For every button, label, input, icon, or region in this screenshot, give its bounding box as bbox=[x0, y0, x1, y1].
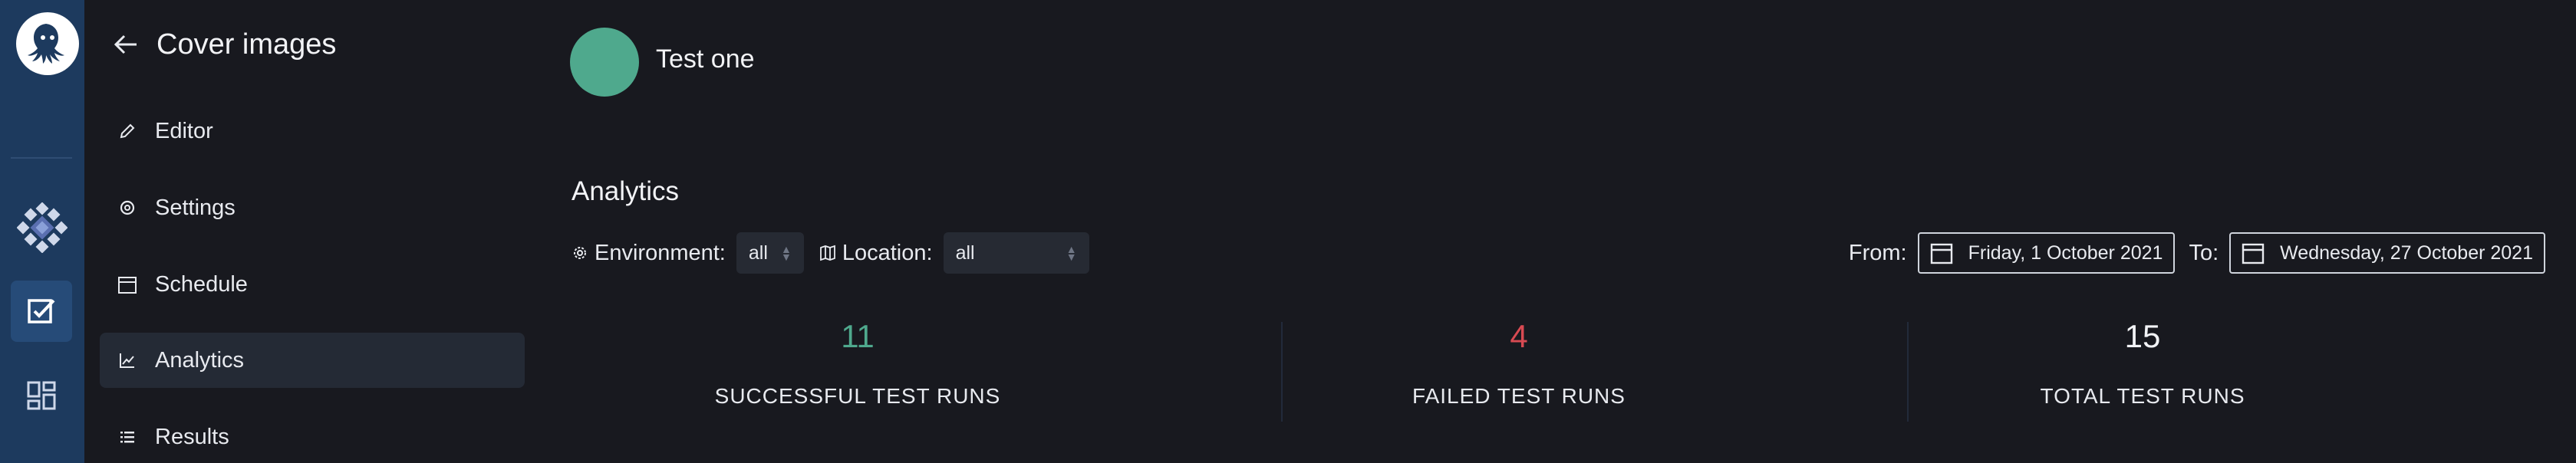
select-caret-icon: ▲ ▼ bbox=[781, 243, 792, 263]
from-date-picker[interactable]: Friday, 1 October 2021 bbox=[1917, 232, 2176, 274]
settings-icon bbox=[117, 197, 138, 218]
calendar-icon bbox=[117, 274, 138, 295]
sidebar-item-schedule[interactable]: Schedule bbox=[100, 257, 525, 312]
location-label-text: Location: bbox=[842, 240, 933, 265]
dashboard-grid-icon bbox=[27, 381, 56, 410]
stat-value: 11 bbox=[841, 318, 875, 354]
stat-label: TOTAL TEST RUNS bbox=[2040, 384, 2245, 408]
back-arrow-icon[interactable] bbox=[104, 23, 147, 66]
location-select[interactable]: all ▲ ▼ bbox=[943, 232, 1089, 274]
stat-value: 15 bbox=[2124, 318, 2161, 354]
app-rail bbox=[0, 0, 84, 463]
environment-value: all bbox=[748, 241, 768, 264]
filters-bar: Environment: all ▲ ▼ Location: all ▲ ▼ bbox=[572, 232, 1089, 274]
sidebar-item-label: Settings bbox=[155, 195, 236, 220]
dashboard-nav-button[interactable] bbox=[11, 365, 72, 426]
from-label: From: bbox=[1848, 240, 1907, 265]
select-caret-icon: ▲ ▼ bbox=[1066, 243, 1077, 263]
sidebar-item-results[interactable]: Results bbox=[100, 409, 525, 463]
analytics-title: Analytics bbox=[572, 176, 680, 206]
date-range: From: Friday, 1 October 2021 To: Wednesd… bbox=[1849, 232, 2545, 274]
chart-line-icon bbox=[117, 350, 138, 371]
main-content: Test one Analytics Environment: all ▲ ▼ L… bbox=[537, 0, 2576, 463]
sidebar-item-label: Results bbox=[155, 424, 229, 449]
list-icon bbox=[117, 426, 138, 448]
workspace-avatar-icon[interactable] bbox=[14, 199, 71, 256]
stats-row: 11 SUCCESSFUL TEST RUNS 4 FAILED TEST RU… bbox=[537, 310, 2576, 425]
environment-label: Environment: bbox=[572, 241, 726, 266]
stat-total: 15 TOTAL TEST RUNS bbox=[1836, 310, 2449, 425]
sidebar-item-analytics[interactable]: Analytics bbox=[100, 333, 525, 388]
stat-failed: 4 FAILED TEST RUNS bbox=[1212, 310, 1826, 425]
sidebar-item-label: Analytics bbox=[155, 347, 245, 373]
calendar-icon bbox=[1930, 241, 1955, 265]
test-avatar bbox=[570, 28, 639, 97]
stat-successful: 11 SUCCESSFUL TEST RUNS bbox=[551, 310, 1164, 425]
to-label: To: bbox=[2189, 240, 2219, 265]
octopus-logo-icon[interactable] bbox=[16, 12, 79, 75]
calendar-icon bbox=[2242, 241, 2266, 265]
test-name: Test one bbox=[656, 44, 755, 74]
gear-icon bbox=[572, 244, 590, 262]
map-icon bbox=[819, 244, 838, 262]
sidebar-item-editor[interactable]: Editor bbox=[100, 103, 525, 159]
tests-nav-button[interactable] bbox=[11, 281, 72, 342]
environment-label-text: Environment: bbox=[595, 240, 726, 265]
stat-value: 4 bbox=[1510, 318, 1528, 354]
location-value: all bbox=[955, 241, 975, 264]
stat-label: SUCCESSFUL TEST RUNS bbox=[714, 384, 1001, 408]
rail-divider bbox=[11, 157, 72, 159]
location-label: Location: bbox=[819, 241, 933, 266]
sidebar: Cover images Editor Settings Schedule An… bbox=[84, 0, 537, 463]
environment-select[interactable]: all ▲ ▼ bbox=[736, 232, 804, 274]
to-date-picker[interactable]: Wednesday, 27 October 2021 bbox=[2229, 232, 2545, 274]
from-date-value: Friday, 1 October 2021 bbox=[1968, 241, 2163, 264]
to-date-value: Wednesday, 27 October 2021 bbox=[2280, 241, 2533, 264]
sidebar-item-settings[interactable]: Settings bbox=[100, 180, 525, 235]
stat-label: FAILED TEST RUNS bbox=[1412, 384, 1626, 408]
pencil-icon bbox=[117, 120, 138, 142]
sidebar-item-label: Editor bbox=[155, 118, 213, 143]
checkbox-edit-icon bbox=[28, 299, 55, 323]
sidebar-item-label: Schedule bbox=[155, 271, 248, 297]
sidebar-title: Cover images bbox=[156, 28, 337, 61]
sidebar-header: Cover images bbox=[104, 21, 336, 67]
